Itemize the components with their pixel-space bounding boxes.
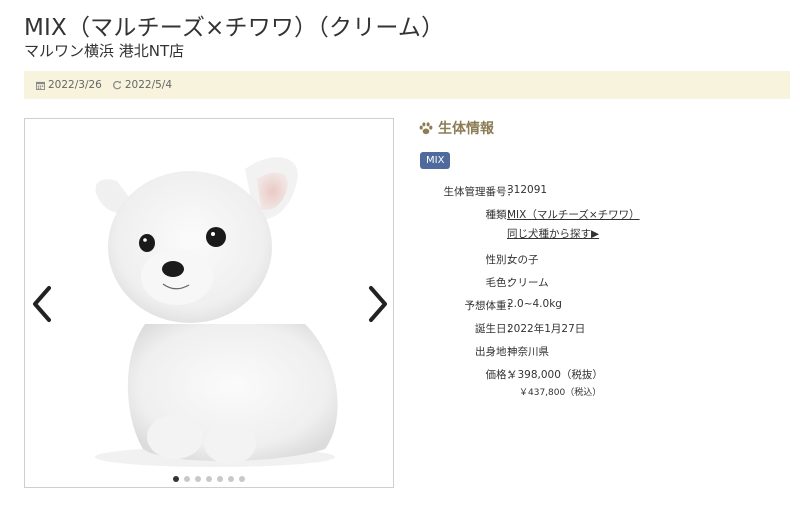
refresh-icon (112, 80, 121, 90)
row-value: 女の子 (507, 254, 539, 266)
row-label: 生体管理番号： (443, 186, 518, 198)
gallery-dot[interactable] (228, 476, 234, 482)
info-heading-text: 生体情報 (438, 121, 494, 137)
same-breed-search-link[interactable]: 同じ犬種から探す▶ (507, 226, 599, 241)
gallery-dot[interactable] (206, 476, 212, 482)
puppy-photo (25, 119, 393, 487)
photo-gallery[interactable] (24, 118, 394, 488)
price-incl-tax: ￥437,800（税込） (519, 388, 602, 398)
page-title: MIX（マルチーズ×チワワ）（クリーム） (24, 15, 445, 41)
animal-info: 生体情報 MIX 生体管理番号： 312091 種類： MIX（マルチーズ×チワ… (419, 118, 789, 398)
gallery-dot[interactable] (184, 476, 190, 482)
row-value: 神奈川県 (507, 346, 549, 358)
updated-date: 2022/5/4 (112, 79, 172, 91)
info-heading: 生体情報 (419, 118, 789, 138)
gallery-dot[interactable] (217, 476, 223, 482)
store-name: マルワン横浜 港北NT店 (24, 42, 185, 60)
row-value: ￥398,000（税抜） ￥437,800（税込） (507, 367, 603, 398)
row-value: 312091 (507, 184, 548, 196)
gallery-dot[interactable] (195, 476, 201, 482)
gallery-pagination (25, 476, 393, 482)
row-value: 2022年1月27日 (507, 323, 586, 335)
paw-icon (419, 121, 433, 134)
next-photo-arrow[interactable] (367, 285, 389, 323)
breed-tag[interactable]: MIX (420, 152, 451, 169)
price-excl-tax: ￥398,000（税抜） (507, 369, 603, 381)
breed-link[interactable]: MIX（マルチーズ×チワワ） (507, 209, 640, 221)
updated-date-text: 2022/5/4 (124, 79, 173, 91)
prev-photo-arrow[interactable] (31, 285, 53, 323)
row-value: クリーム (507, 277, 549, 289)
date-bar: 2022/3/26 2022/5/4 (24, 71, 790, 99)
posted-date: 2022/3/26 (36, 79, 102, 91)
calendar-icon (36, 81, 45, 90)
row-value: 2.0~4.0kg (507, 298, 562, 310)
posted-date-text: 2022/3/26 (48, 79, 102, 91)
gallery-dot[interactable] (239, 476, 245, 482)
gallery-dot[interactable] (173, 476, 179, 482)
row-value: MIX（マルチーズ×チワワ） 同じ犬種から探す▶ (507, 207, 640, 241)
